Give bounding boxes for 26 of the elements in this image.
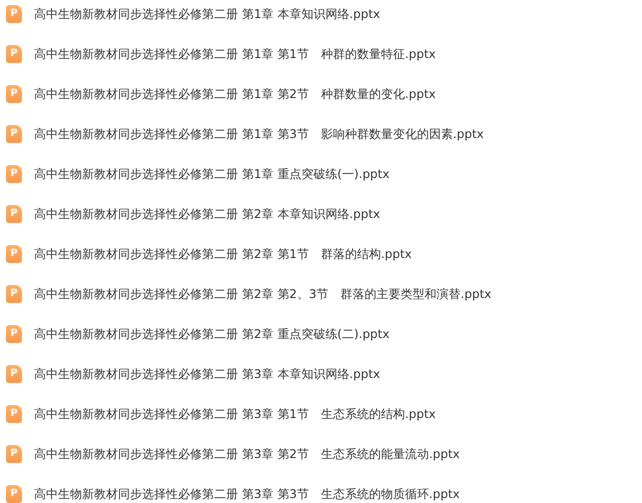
file-name[interactable]: 高中生物新教材同步选择性必修第二册 第2章 本章知识网络.pptx	[34, 205, 380, 223]
file-name[interactable]: 高中生物新教材同步选择性必修第二册 第3章 第2节 生态系统的能量流动.pptx	[34, 445, 460, 463]
file-name[interactable]: 高中生物新教材同步选择性必修第二册 第1章 第2节 种群数量的变化.pptx	[34, 85, 436, 103]
icon-letter: P	[10, 409, 18, 419]
file-name[interactable]: 高中生物新教材同步选择性必修第二册 第1章 第1节 种群的数量特征.pptx	[34, 45, 436, 63]
icon-letter: P	[10, 489, 18, 499]
file-name[interactable]: 高中生物新教材同步选择性必修第二册 第3章 第3节 生态系统的物质循环.pptx	[34, 485, 460, 503]
icon-letter: P	[10, 9, 18, 19]
file-name[interactable]: 高中生物新教材同步选择性必修第二册 第2章 重点突破练(二).pptx	[34, 325, 390, 343]
icon-letter: P	[10, 329, 18, 339]
file-name[interactable]: 高中生物新教材同步选择性必修第二册 第2章 第1节 群落的结构.pptx	[34, 245, 412, 263]
icon-letter: P	[10, 89, 18, 99]
icon-letter: P	[10, 169, 18, 179]
file-name[interactable]: 高中生物新教材同步选择性必修第二册 第2章 第2、3节 群落的主要类型和演替.pptx	[34, 285, 492, 303]
file-name[interactable]: 高中生物新教材同步选择性必修第二册 第3章 本章知识网络.pptx	[34, 365, 380, 383]
icon-letter: P	[10, 129, 18, 139]
file-name[interactable]: 高中生物新教材同步选择性必修第二册 第1章 本章知识网络.pptx	[34, 5, 380, 23]
icon-letter: P	[10, 289, 18, 299]
icon-letter: P	[10, 249, 18, 259]
icon-letter: P	[10, 369, 18, 379]
file-name[interactable]: 高中生物新教材同步选择性必修第二册 第1章 第3节 影响种群数量变化的因素.pptx	[34, 125, 484, 143]
file-name[interactable]: 高中生物新教材同步选择性必修第二册 第3章 第1节 生态系统的结构.pptx	[34, 405, 436, 423]
icon-letter: P	[10, 449, 18, 459]
icon-letter: P	[10, 49, 18, 59]
icon-letter: P	[10, 209, 18, 219]
file-name[interactable]: 高中生物新教材同步选择性必修第二册 第1章 重点突破练(一).pptx	[34, 165, 390, 183]
